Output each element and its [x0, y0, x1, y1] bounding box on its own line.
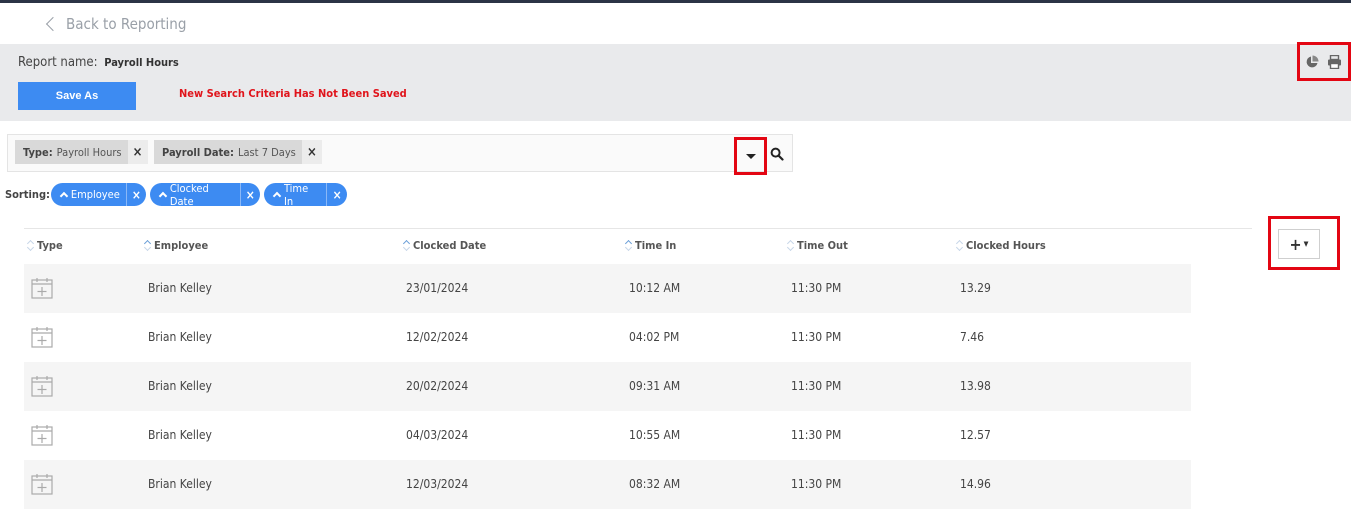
plus-icon: +	[1289, 234, 1302, 254]
cell-clocked-hours: 13.29	[960, 281, 991, 295]
table-row[interactable]: Brian Kelley 23/01/2024 10:12 AM 11:30 PM 13…	[24, 264, 1191, 313]
cell-clocked-hours: 13.98	[960, 379, 991, 393]
cell-time-out: 11:30 PM	[791, 428, 842, 442]
cell-employee: Brian Kelley	[148, 477, 212, 491]
cell-time-out: 11:30 PM	[791, 330, 842, 344]
sort-arrows-icon	[786, 239, 795, 252]
column-header-label: Type	[37, 239, 63, 252]
cell-time-in: 10:12 AM	[629, 281, 681, 295]
column-header-label: Employee	[154, 239, 209, 252]
filter-chip-value: Last 7 Days	[237, 145, 296, 159]
cell-time-in: 04:02 PM	[629, 330, 680, 344]
filter-chip-payroll-date: Payroll Date: Last 7 Days ×	[154, 140, 322, 164]
cell-time-in: 08:32 AM	[629, 477, 681, 491]
cell-time-in: 09:31 AM	[629, 379, 681, 393]
column-header-label: Clocked Date	[413, 239, 487, 252]
cell-time-out: 11:30 PM	[791, 281, 842, 295]
cell-clocked-date: 23/01/2024	[406, 281, 469, 295]
filter-chip-key: Payroll Date:	[162, 145, 234, 159]
filter-chip-value: Payroll Hours	[56, 145, 122, 159]
cell-clocked-hours: 12.57	[960, 428, 991, 442]
sort-pill-label: Clocked Date	[169, 181, 209, 208]
add-column-button[interactable]: + ▼	[1278, 229, 1320, 259]
sort-ascending-icon	[272, 191, 282, 201]
cell-employee: Brian Kelley	[148, 379, 212, 393]
chart-icon[interactable]	[1305, 55, 1319, 69]
cell-clocked-hours: 7.46	[960, 330, 985, 344]
back-to-reporting-link[interactable]: Back to Reporting	[44, 15, 186, 33]
cell-employee: Brian Kelley	[148, 281, 212, 295]
sort-pill-clocked-date[interactable]: Clocked Date ×	[150, 181, 260, 208]
column-header-clocked-date[interactable]: Clocked Date	[402, 239, 487, 252]
cell-clocked-date: 12/02/2024	[406, 330, 469, 344]
column-header-label: Clocked Hours	[966, 239, 1046, 252]
cell-time-out: 11:30 PM	[791, 379, 842, 393]
cell-employee: Brian Kelley	[148, 330, 212, 344]
sort-pill-time-in[interactable]: Time In ×	[264, 181, 347, 208]
cell-time-in: 10:55 AM	[629, 428, 681, 442]
cell-clocked-date: 12/03/2024	[406, 477, 469, 491]
remove-filter-type-button[interactable]: ×	[127, 140, 148, 164]
filter-chip-type: Type: Payroll Hours ×	[15, 140, 148, 164]
sort-arrows-icon	[955, 239, 964, 252]
cell-clocked-hours: 14.96	[960, 477, 991, 491]
calendar-plus-icon	[30, 472, 54, 499]
filter-chip-key: Type:	[23, 145, 53, 159]
sort-pill-employee[interactable]: Employee ×	[51, 183, 146, 206]
sort-pill-label: Employee	[70, 188, 120, 201]
sort-arrows-icon	[143, 239, 152, 252]
sort-arrows-icon	[26, 239, 35, 252]
calendar-plus-icon	[30, 374, 54, 401]
calendar-plus-icon	[30, 276, 54, 303]
calendar-plus-icon	[30, 325, 54, 352]
cell-clocked-date: 20/02/2024	[406, 379, 469, 393]
print-icon[interactable]	[1327, 55, 1342, 69]
sort-ascending-icon	[59, 191, 69, 201]
header-actions	[1305, 55, 1342, 69]
report-name-label: Report name:	[18, 55, 98, 70]
report-name: Report name: Payroll Hours	[18, 55, 179, 70]
column-header-employee[interactable]: Employee	[143, 239, 209, 252]
column-header-label: Time Out	[797, 239, 848, 252]
caret-down-icon: ▼	[1303, 240, 1309, 248]
remove-sort-time-in-button[interactable]: ×	[327, 188, 347, 202]
column-header-time-in[interactable]: Time In	[624, 239, 677, 252]
save-as-button[interactable]: Save As	[18, 82, 136, 110]
remove-sort-clocked-date-button[interactable]: ×	[241, 188, 260, 202]
calendar-plus-icon	[30, 423, 54, 450]
unsaved-warning: New Search Criteria Has Not Been Saved	[179, 87, 407, 100]
table-row[interactable]: Brian Kelley 04/03/2024 10:55 AM 11:30 PM 12…	[24, 411, 1191, 460]
caret-down-icon	[746, 154, 756, 159]
sort-arrows-icon	[624, 239, 633, 252]
table-row[interactable]: Brian Kelley 20/02/2024 09:31 AM 11:30 PM 13…	[24, 362, 1191, 411]
remove-sort-employee-button[interactable]: ×	[127, 188, 146, 202]
column-header-label: Time In	[635, 239, 677, 252]
search-icon[interactable]	[770, 146, 784, 165]
back-label: Back to Reporting	[66, 15, 187, 33]
column-header-clocked-hours[interactable]: Clocked Hours	[955, 239, 1046, 252]
sort-pill-label: Time In	[283, 181, 309, 208]
sorting-label: Sorting:	[5, 188, 51, 201]
remove-filter-payroll-date-button[interactable]: ×	[301, 140, 322, 164]
column-header-time-out[interactable]: Time Out	[786, 239, 848, 252]
chevron-left-icon	[45, 16, 61, 32]
table-divider	[24, 228, 1252, 229]
filter-dropdown-toggle[interactable]	[738, 141, 764, 172]
cell-employee: Brian Kelley	[148, 428, 212, 442]
report-name-value: Payroll Hours	[104, 56, 179, 69]
cell-clocked-date: 04/03/2024	[406, 428, 469, 442]
cell-time-out: 11:30 PM	[791, 477, 842, 491]
column-header-type[interactable]: Type	[26, 239, 63, 252]
sort-arrows-icon	[402, 239, 411, 252]
top-bar	[0, 0, 1351, 3]
table-row[interactable]: Brian Kelley 12/03/2024 08:32 AM 11:30 PM 14…	[24, 460, 1191, 509]
table-row[interactable]: Brian Kelley 12/02/2024 04:02 PM 11:30 PM 7.…	[24, 313, 1191, 362]
sort-ascending-icon	[158, 191, 168, 201]
report-header	[0, 44, 1351, 121]
